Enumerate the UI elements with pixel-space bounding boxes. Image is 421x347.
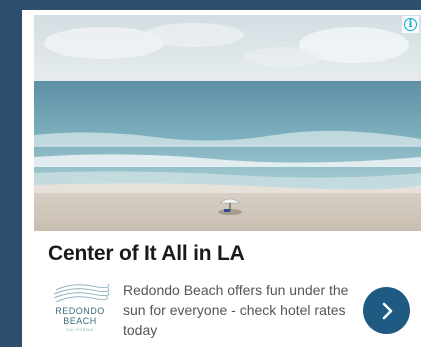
ad-body-text[interactable]: Redondo Beach offers fun under the sun f… xyxy=(123,280,353,340)
chevron-right-button[interactable] xyxy=(363,287,410,334)
chevron-right-icon xyxy=(382,302,392,319)
beach-hero-image[interactable]: i xyxy=(34,15,421,231)
ad-headline[interactable]: Center of It All in LA xyxy=(48,242,245,266)
redondo-beach-logo: REDONDO BEACH CALIFORNIA xyxy=(46,280,114,336)
logo-line1: REDONDO xyxy=(55,306,105,316)
logo-line3: CALIFORNIA xyxy=(66,328,94,332)
logo-line2: BEACH xyxy=(63,316,97,326)
info-icon[interactable]: i xyxy=(402,16,419,33)
ad-card[interactable]: i Center of It All in LA REDONDO BEACH C… xyxy=(22,10,421,347)
